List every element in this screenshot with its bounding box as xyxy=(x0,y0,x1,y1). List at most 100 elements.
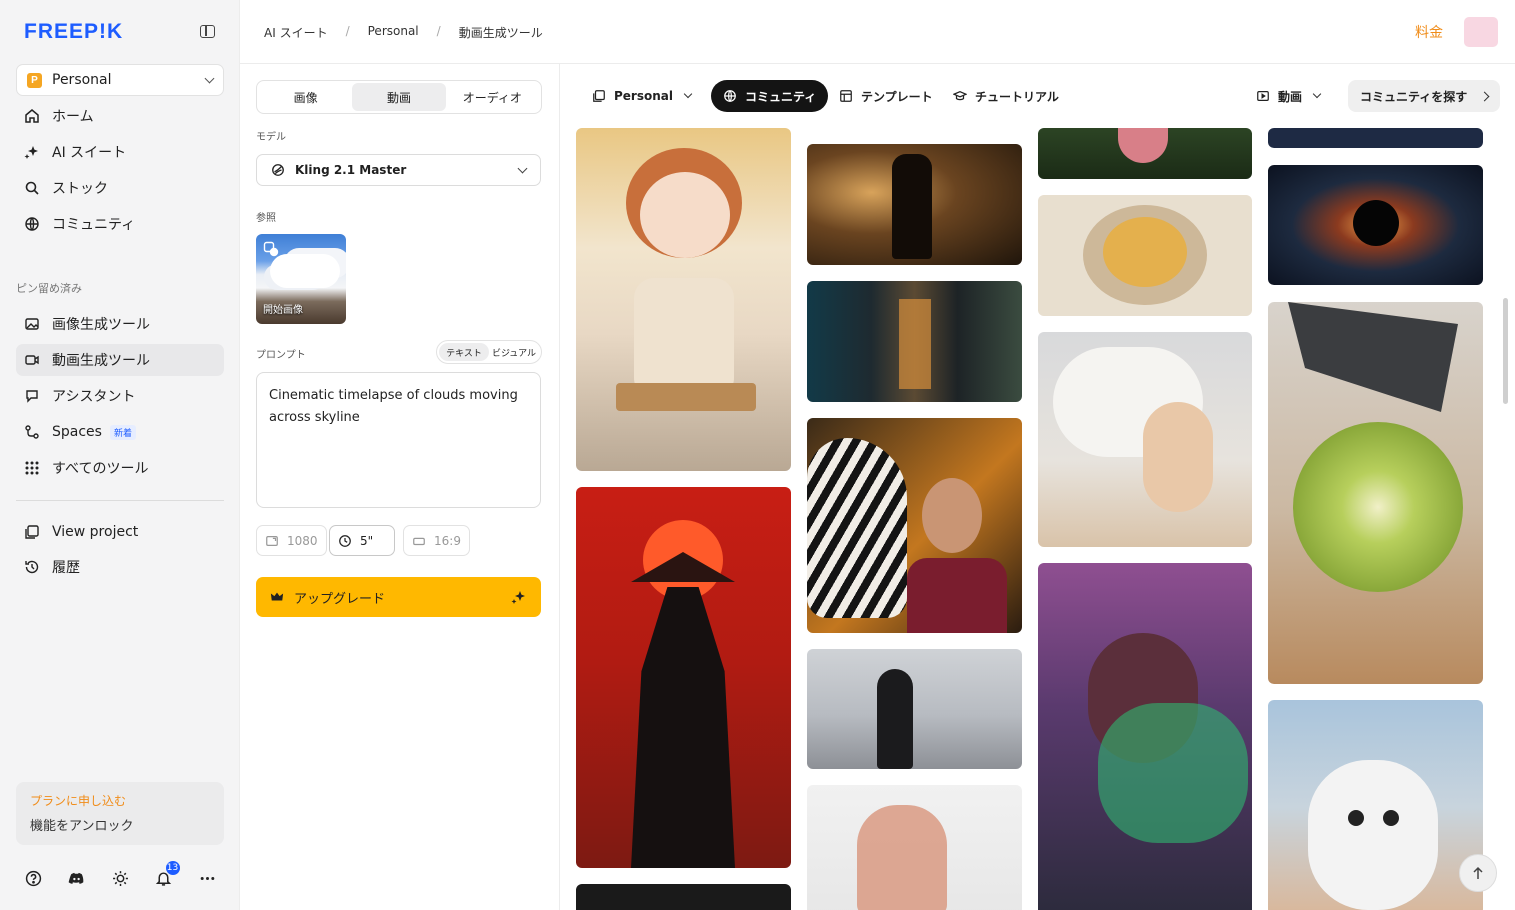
video-icon xyxy=(24,352,40,368)
woman-dress xyxy=(907,558,1007,633)
gallery-item-samurai[interactable] xyxy=(576,487,791,868)
gallery-item-smoke-portrait[interactable] xyxy=(1038,563,1252,910)
chevron-right-icon xyxy=(1479,91,1490,101)
sidebar-item-label: アシスタント xyxy=(52,389,136,405)
tab-community[interactable]: コミュニティ xyxy=(711,80,829,112)
prompt-input[interactable]: Cinematic timelapse of clouds moving acr… xyxy=(256,372,541,508)
sidebar-item-video-generator[interactable]: 動画生成ツール xyxy=(16,344,224,376)
gallery-item-cat[interactable] xyxy=(1268,700,1483,910)
prompt-label: プロンプト xyxy=(256,350,306,361)
sidebar-item-label: コミュニティ xyxy=(52,217,136,233)
graduation-cap-icon xyxy=(953,90,967,101)
breadcrumb-personal[interactable]: Personal xyxy=(368,24,419,41)
sidebar-item-ai-suite[interactable]: AI スイート xyxy=(16,136,224,168)
sidebar-item-stock[interactable]: ストック xyxy=(16,172,224,204)
start-image-thumbnail[interactable]: 開始画像 xyxy=(256,234,346,324)
globe-icon xyxy=(724,90,736,102)
scroll-to-top-button[interactable] xyxy=(1459,854,1497,892)
gallery-item-zebra[interactable] xyxy=(807,418,1022,633)
tab-tutorials[interactable]: チュートリアル xyxy=(941,80,1071,112)
sidebar-item-image-generator[interactable]: 画像生成ツール xyxy=(16,308,224,340)
chevron-down-icon xyxy=(517,163,528,173)
model-select[interactable]: Kling 2.1 Master xyxy=(256,154,541,186)
freepik-logo[interactable]: FREEP!K xyxy=(24,20,123,44)
upgrade-button[interactable]: アップグレード xyxy=(256,577,541,617)
sidebar-item-community[interactable]: コミュニティ xyxy=(16,208,224,240)
tab-image[interactable]: 画像 xyxy=(259,83,352,111)
frame-icon xyxy=(263,241,279,257)
prompt-mode-toggle: テキスト ビジュアル xyxy=(436,340,542,364)
resolution-value: 1080 xyxy=(287,533,318,548)
sidebar: FREEP!K P Personal ホーム AI スイート ストック コミュニ… xyxy=(0,0,240,910)
sidebar-divider xyxy=(16,500,224,501)
sun-icon[interactable] xyxy=(111,869,129,887)
sidebar-item-view-project[interactable]: View project xyxy=(16,516,224,548)
assistant-icon xyxy=(24,388,40,404)
prompt-mode-visual[interactable]: ビジュアル xyxy=(489,343,539,361)
media-type-label: 動画 xyxy=(1278,89,1303,104)
sidebar-item-home[interactable]: ホーム xyxy=(16,100,224,132)
resolution-option[interactable]: 1080 xyxy=(256,525,327,556)
gallery-item-alley[interactable] xyxy=(807,281,1022,402)
app-root: FREEP!K P Personal ホーム AI スイート ストック コミュニ… xyxy=(0,0,1515,910)
knife-blade xyxy=(1288,302,1458,412)
tab-video[interactable]: 動画 xyxy=(352,83,446,111)
gallery-item-black-hole[interactable] xyxy=(1268,165,1483,285)
sidebar-item-label: すべてのツール xyxy=(52,461,149,477)
help-icon[interactable] xyxy=(24,869,42,887)
sidebar-item-spaces[interactable]: Spaces 新着 xyxy=(16,416,224,448)
duration-option[interactable]: 5" xyxy=(329,525,395,556)
doll-face xyxy=(640,172,730,258)
gallery-item-silhouette[interactable] xyxy=(807,649,1022,769)
media-type-filter[interactable]: 動画 xyxy=(1244,80,1332,112)
home-icon xyxy=(24,108,40,124)
tab-tutorials-label: チュートリアル xyxy=(975,89,1059,104)
globe-icon xyxy=(24,216,40,232)
model-label: モデル xyxy=(256,132,286,143)
bell-icon[interactable]: 13 xyxy=(155,860,181,887)
gallery-item-tulip[interactable] xyxy=(1038,128,1252,179)
explore-community-button[interactable]: コミュニティを探す xyxy=(1348,80,1501,112)
aspect-ratio-icon xyxy=(413,537,425,545)
tab-audio[interactable]: オーディオ xyxy=(446,83,539,111)
scope-selector[interactable]: Personal xyxy=(580,80,703,112)
gallery-item-pasta[interactable] xyxy=(1038,195,1252,316)
sidebar-item-label: View project xyxy=(52,524,139,540)
aspect-ratio-option[interactable]: 16:9 xyxy=(403,525,470,556)
gallery-item[interactable] xyxy=(1268,128,1483,148)
pinned-section-label: ピン留め済み xyxy=(16,282,82,295)
avatar[interactable] xyxy=(1464,17,1498,47)
discord-icon[interactable] xyxy=(68,869,86,887)
plan-upsell-card[interactable]: プランに申し込む 機能をアンロック xyxy=(16,782,224,845)
tab-templates[interactable]: テンプレート xyxy=(827,80,945,112)
plan-title[interactable]: プランに申し込む xyxy=(30,792,210,809)
gallery-item-hand[interactable] xyxy=(807,785,1022,910)
more-icon[interactable] xyxy=(198,869,216,887)
template-icon xyxy=(840,90,852,102)
workspace-selector[interactable]: P Personal xyxy=(16,64,224,96)
sidebar-item-all-tools[interactable]: すべてのツール xyxy=(16,452,224,484)
sidebar-item-assistant[interactable]: アシスタント xyxy=(16,380,224,412)
breadcrumb-video-generator[interactable]: 動画生成ツール xyxy=(459,24,543,41)
gallery-item[interactable] xyxy=(576,884,791,910)
gallery-scrollbar[interactable] xyxy=(1503,298,1508,404)
pricing-link[interactable]: 料金 xyxy=(1415,22,1443,42)
sidebar-item-label: 履歴 xyxy=(52,560,80,576)
breadcrumb-ai-suite[interactable]: AI スイート xyxy=(264,24,328,41)
model-value: Kling 2.1 Master xyxy=(295,163,407,177)
gallery-item-guitarist[interactable] xyxy=(807,144,1022,265)
alley-light xyxy=(899,299,931,389)
prompt-mode-text[interactable]: テキスト xyxy=(439,343,489,361)
sidebar-toggle-icon[interactable] xyxy=(200,25,215,38)
gallery-item-doll[interactable] xyxy=(576,128,791,471)
sidebar-item-history[interactable]: 履歴 xyxy=(16,551,224,583)
kiwi-slice xyxy=(1293,422,1463,592)
grid-icon xyxy=(24,460,40,476)
top-bar: AI スイート / Personal / 動画生成ツール 料金 xyxy=(240,0,1515,64)
gallery-item-cloud-woman[interactable] xyxy=(1038,332,1252,547)
sidebar-item-label: Spaces xyxy=(52,424,102,440)
image-icon xyxy=(24,316,40,332)
gallery-item-kiwi[interactable] xyxy=(1268,302,1483,684)
breadcrumb: AI スイート / Personal / 動画生成ツール xyxy=(264,24,543,41)
gallery-toolbar: Personal コミュニティ テンプレート チュートリアル 動画 コミュニティ… xyxy=(560,64,1515,128)
